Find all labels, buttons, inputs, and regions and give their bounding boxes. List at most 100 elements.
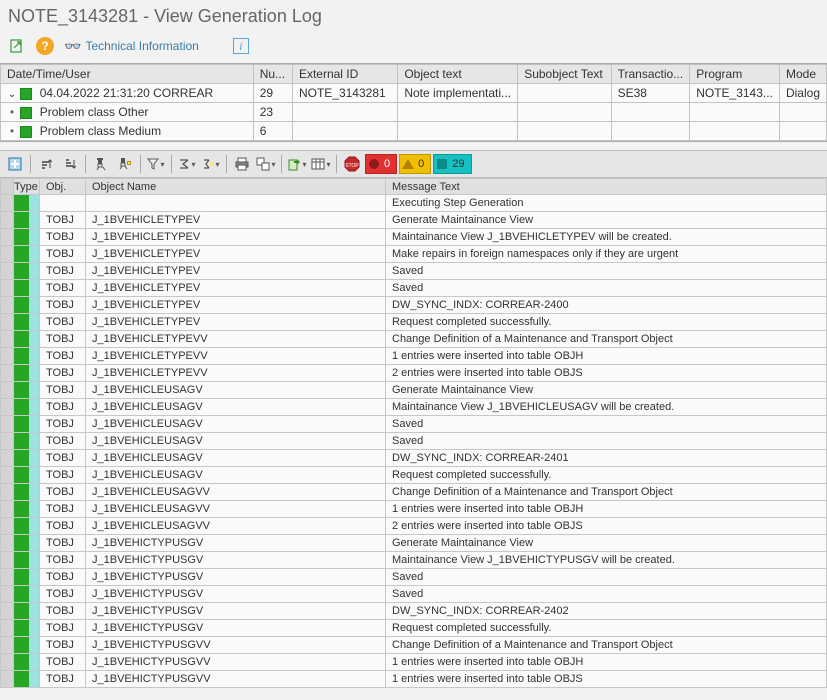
- row-selector[interactable]: [1, 263, 14, 280]
- table-row[interactable]: TOBJJ_1BVEHICLETYPEVSaved: [1, 263, 827, 280]
- problem-class-other-row[interactable]: • Problem class Other 23: [1, 103, 827, 122]
- row-selector[interactable]: [1, 399, 14, 416]
- row-selector[interactable]: [1, 365, 14, 382]
- table-row[interactable]: TOBJJ_1BVEHICTYPUSGVSaved: [1, 569, 827, 586]
- table-row[interactable]: TOBJJ_1BVEHICLETYPEVGenerate Maintainanc…: [1, 212, 827, 229]
- row-selector[interactable]: [1, 195, 14, 212]
- filter-button[interactable]: ▾: [145, 154, 167, 174]
- table-row[interactable]: TOBJJ_1BVEHICLEUSAGVRequest completed su…: [1, 467, 827, 484]
- row-selector[interactable]: [1, 331, 14, 348]
- object-name-cell: J_1BVEHICLEUSAGVV: [86, 501, 386, 518]
- table-row[interactable]: TOBJJ_1BVEHICLEUSAGVSaved: [1, 416, 827, 433]
- problem-class-medium-row[interactable]: • Problem class Medium 6: [1, 122, 827, 141]
- row-selector[interactable]: [1, 484, 14, 501]
- row-selector[interactable]: [1, 382, 14, 399]
- row-selector[interactable]: [1, 671, 14, 688]
- table-row[interactable]: TOBJJ_1BVEHICLEUSAGVVChange Definition o…: [1, 484, 827, 501]
- status-error-badge[interactable]: 0: [365, 154, 397, 174]
- object-name-cell: J_1BVEHICTYPUSGV: [86, 603, 386, 620]
- row-selector[interactable]: [1, 501, 14, 518]
- find-button[interactable]: [90, 154, 112, 174]
- export-button[interactable]: ▾: [286, 154, 308, 174]
- row-selector[interactable]: [1, 569, 14, 586]
- row-selector[interactable]: [1, 603, 14, 620]
- print-button[interactable]: [231, 154, 253, 174]
- col-mode[interactable]: Mode: [779, 65, 826, 84]
- table-row[interactable]: TOBJJ_1BVEHICTYPUSGVMaintainance View J_…: [1, 552, 827, 569]
- sum-button[interactable]: ▾: [176, 154, 198, 174]
- info-button[interactable]: i: [233, 38, 249, 54]
- table-row[interactable]: TOBJJ_1BVEHICLEUSAGVDW_SYNC_INDX: CORREA…: [1, 450, 827, 467]
- row-selector[interactable]: [1, 620, 14, 637]
- row-selector[interactable]: [1, 246, 14, 263]
- row-selector[interactable]: [1, 297, 14, 314]
- row-selector[interactable]: [1, 416, 14, 433]
- col-program[interactable]: Program: [690, 65, 780, 84]
- row-selector[interactable]: [1, 654, 14, 671]
- row-selector[interactable]: [1, 535, 14, 552]
- help-icon[interactable]: ?: [36, 37, 54, 55]
- row-selector[interactable]: [1, 433, 14, 450]
- table-row[interactable]: TOBJJ_1BVEHICTYPUSGVRequest completed su…: [1, 620, 827, 637]
- subtotal-button[interactable]: ▾: [200, 154, 222, 174]
- sort-asc-button[interactable]: [35, 154, 57, 174]
- col-message-text[interactable]: Message Text: [386, 179, 827, 195]
- status-flag-icon: [14, 467, 39, 483]
- table-row[interactable]: Executing Step Generation: [1, 195, 827, 212]
- row-selector[interactable]: [1, 552, 14, 569]
- col-type[interactable]: Type: [14, 179, 40, 195]
- col-object-name[interactable]: Object Name: [86, 179, 386, 195]
- col-obj[interactable]: Obj.: [40, 179, 86, 195]
- table-row[interactable]: TOBJJ_1BVEHICLETYPEVDW_SYNC_INDX: CORREA…: [1, 297, 827, 314]
- row-selector[interactable]: [1, 586, 14, 603]
- row-selector[interactable]: [1, 280, 14, 297]
- row-selector[interactable]: [1, 212, 14, 229]
- table-row[interactable]: TOBJJ_1BVEHICLETYPEVRequest completed su…: [1, 314, 827, 331]
- table-row[interactable]: TOBJJ_1BVEHICTYPUSGVSaved: [1, 586, 827, 603]
- table-row[interactable]: TOBJJ_1BVEHICLETYPEVV1 entries were inse…: [1, 348, 827, 365]
- details-button[interactable]: [4, 154, 26, 174]
- table-row[interactable]: TOBJJ_1BVEHICLETYPEVVChange Definition o…: [1, 331, 827, 348]
- row-selector[interactable]: [1, 467, 14, 484]
- table-row[interactable]: TOBJJ_1BVEHICLEUSAGVGenerate Maintainanc…: [1, 382, 827, 399]
- table-row[interactable]: TOBJJ_1BVEHICTYPUSGVV1 entries were inse…: [1, 654, 827, 671]
- col-transaction[interactable]: Transactio...: [611, 65, 690, 84]
- refresh-icon[interactable]: [8, 37, 26, 55]
- row-selector[interactable]: [1, 314, 14, 331]
- sort-desc-button[interactable]: [59, 154, 81, 174]
- table-row[interactable]: TOBJJ_1BVEHICTYPUSGVGenerate Maintainanc…: [1, 535, 827, 552]
- status-success-badge[interactable]: 29: [433, 154, 471, 174]
- table-row[interactable]: TOBJJ_1BVEHICTYPUSGVDW_SYNC_INDX: CORREA…: [1, 603, 827, 620]
- table-row[interactable]: TOBJJ_1BVEHICLEUSAGVV2 entries were inse…: [1, 518, 827, 535]
- col-datetime[interactable]: Date/Time/User: [1, 65, 254, 84]
- row-selector[interactable]: [1, 348, 14, 365]
- col-subobject[interactable]: Subobject Text: [518, 65, 611, 84]
- status-warning-badge[interactable]: 0: [399, 154, 431, 174]
- col-object-text[interactable]: Object text: [398, 65, 518, 84]
- table-row[interactable]: TOBJJ_1BVEHICLEUSAGVV1 entries were inse…: [1, 501, 827, 518]
- col-external-id[interactable]: External ID: [292, 65, 397, 84]
- row-selector[interactable]: [1, 229, 14, 246]
- table-row[interactable]: TOBJJ_1BVEHICLEUSAGVSaved: [1, 433, 827, 450]
- row-selector[interactable]: [1, 637, 14, 654]
- table-row[interactable]: TOBJJ_1BVEHICTYPUSGVV1 entries were inse…: [1, 671, 827, 688]
- col-num[interactable]: Nu...: [253, 65, 292, 84]
- row-selector[interactable]: [1, 518, 14, 535]
- status-flag-icon: [14, 399, 39, 415]
- table-row[interactable]: TOBJJ_1BVEHICLETYPEVMake repairs in fore…: [1, 246, 827, 263]
- find-next-button[interactable]: [114, 154, 136, 174]
- table-row[interactable]: TOBJJ_1BVEHICLETYPEVV2 entries were inse…: [1, 365, 827, 382]
- layout-button[interactable]: ▾: [310, 154, 332, 174]
- stop-sign-icon[interactable]: STOP: [341, 154, 363, 174]
- views-button[interactable]: ▾: [255, 154, 277, 174]
- object-name-cell: J_1BVEHICLETYPEV: [86, 314, 386, 331]
- table-row[interactable]: TOBJJ_1BVEHICTYPUSGVVChange Definition o…: [1, 637, 827, 654]
- log-root-row[interactable]: ⌄ 04.04.2022 21:31:20 CORREAR 29 NOTE_31…: [1, 84, 827, 103]
- row-selector[interactable]: [1, 450, 14, 467]
- technical-information-link[interactable]: 👓 Technical Information: [64, 38, 199, 55]
- table-row[interactable]: TOBJJ_1BVEHICLEUSAGVMaintainance View J_…: [1, 399, 827, 416]
- table-row[interactable]: TOBJJ_1BVEHICLETYPEVSaved: [1, 280, 827, 297]
- table-row[interactable]: TOBJJ_1BVEHICLETYPEVMaintainance View J_…: [1, 229, 827, 246]
- select-all[interactable]: [1, 179, 14, 195]
- tree-collapse-icon[interactable]: ⌄: [7, 89, 17, 100]
